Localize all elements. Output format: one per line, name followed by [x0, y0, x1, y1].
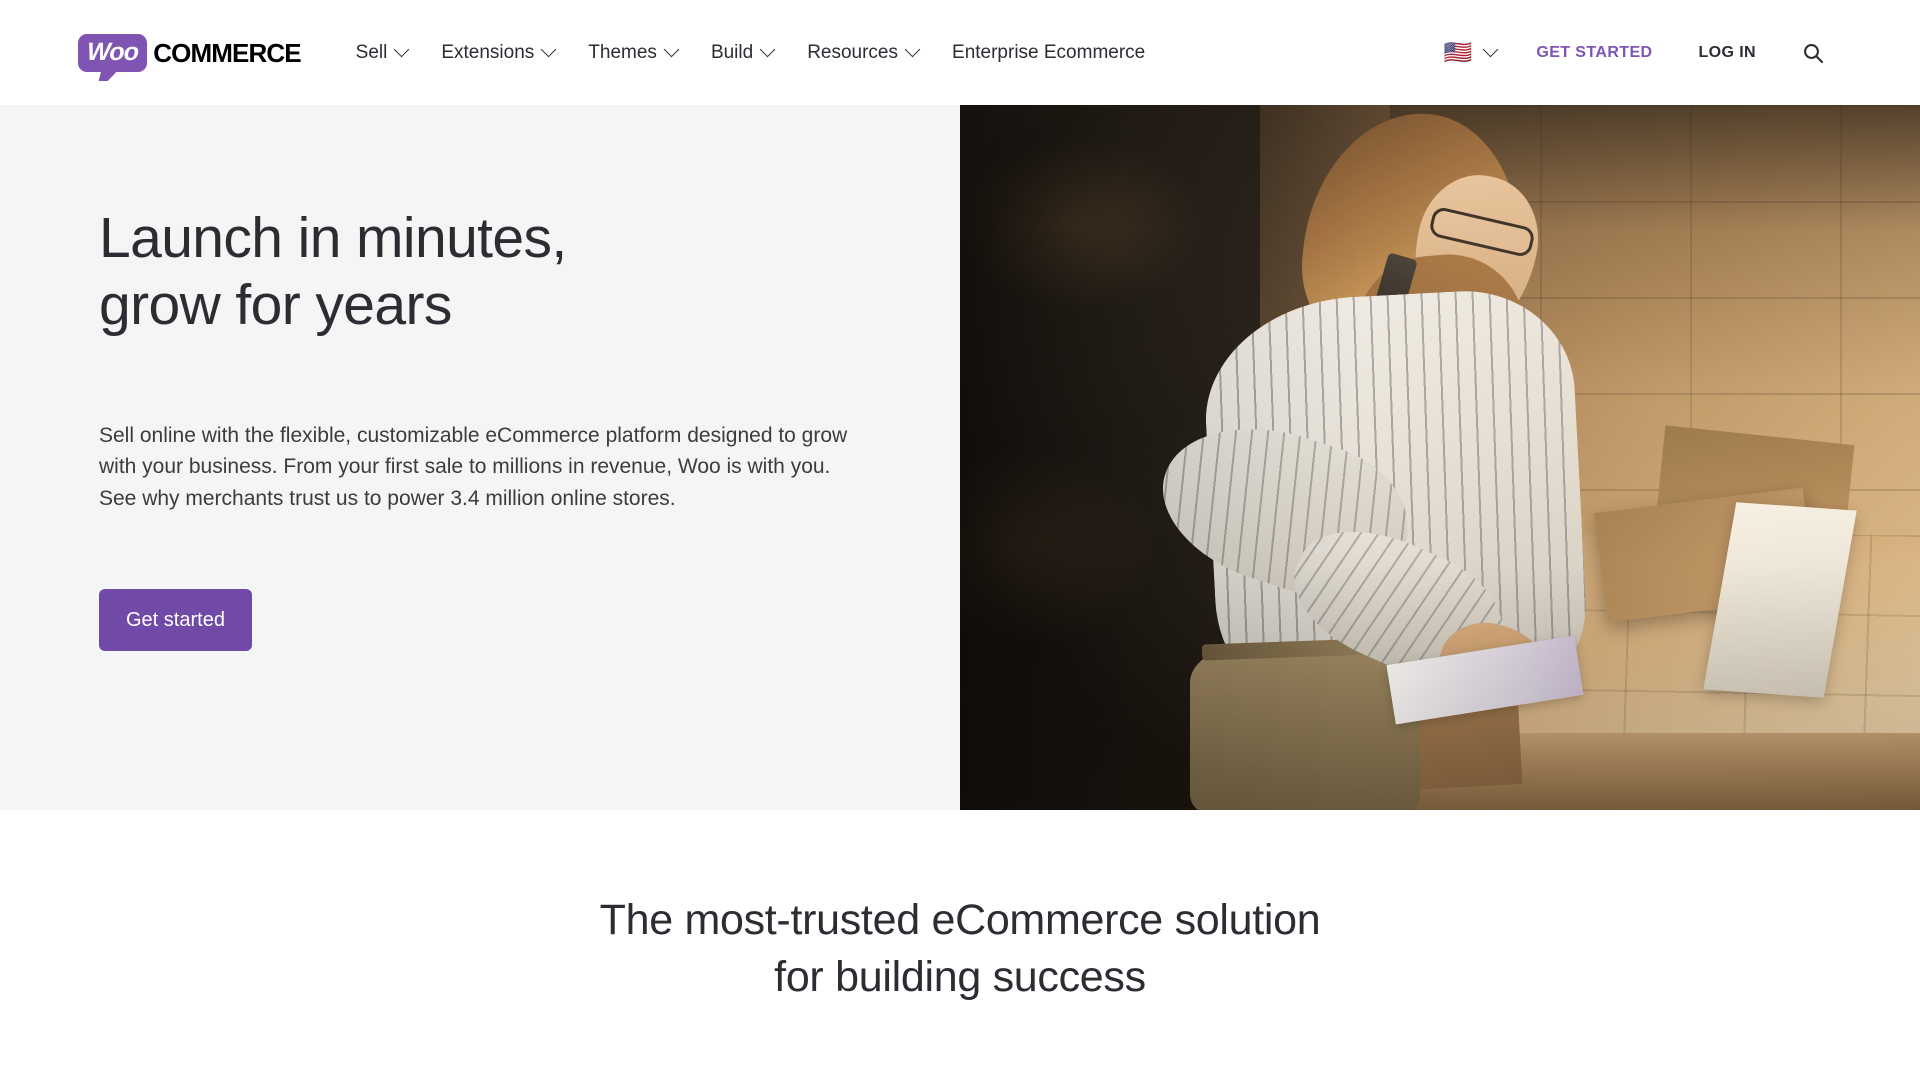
- woo-logo-mark-text: Woo: [86, 38, 139, 66]
- nav-item-sell[interactable]: Sell: [339, 0, 425, 105]
- nav-item-themes[interactable]: Themes: [571, 0, 694, 105]
- nav-item-label: Themes: [588, 42, 657, 63]
- chevron-down-icon: [1483, 41, 1499, 58]
- search-icon: [1804, 43, 1824, 63]
- chevron-down-icon: [904, 41, 921, 58]
- site-header: Woo COMMERCE Sell Extensions Themes Buil…: [0, 0, 1920, 105]
- chevron-down-icon: [759, 41, 776, 58]
- nav-item-enterprise-ecommerce[interactable]: Enterprise Ecommerce: [935, 0, 1162, 105]
- woo-logo-mark: Woo: [78, 33, 148, 72]
- nav-item-resources[interactable]: Resources: [790, 0, 935, 105]
- woocommerce-logo[interactable]: Woo COMMERCE: [78, 33, 302, 73]
- hero-image: [960, 105, 1920, 810]
- hero-copy: Launch in minutes, grow for years Sell o…: [99, 205, 899, 652]
- chevron-down-icon: [541, 41, 557, 58]
- header-actions: 🇺🇸 GET STARTED LOG IN: [1428, 41, 1842, 64]
- locale-selector[interactable]: 🇺🇸: [1428, 41, 1513, 64]
- nav-item-label: Enterprise Ecommerce: [952, 42, 1146, 63]
- nav-item-extensions[interactable]: Extensions: [424, 0, 571, 105]
- primary-navigation: Sell Extensions Themes Build Resources E…: [331, 0, 1428, 105]
- search-button[interactable]: [1778, 42, 1842, 64]
- trust-section: The most-trusted eCommerce solution for …: [0, 810, 1920, 1072]
- us-flag-icon: 🇺🇸: [1443, 39, 1473, 65]
- chevron-down-icon: [394, 41, 410, 58]
- nav-item-label: Build: [710, 42, 754, 63]
- nav-item-label: Resources: [807, 42, 899, 63]
- chevron-down-icon: [663, 41, 680, 58]
- nav-item-build[interactable]: Build: [694, 0, 790, 105]
- log-in-button[interactable]: LOG IN: [1676, 44, 1778, 62]
- hero-get-started-button[interactable]: Get started: [99, 589, 252, 652]
- nav-item-label: Sell: [355, 42, 388, 63]
- hero-description: Sell online with the flexible, customiza…: [99, 423, 848, 511]
- person-trousers: [1190, 645, 1420, 810]
- trust-section-title: The most-trusted eCommerce solution for …: [599, 896, 1321, 1002]
- get-started-button[interactable]: GET STARTED: [1512, 44, 1676, 62]
- hero-section: Launch in minutes, grow for years Sell o…: [0, 105, 1920, 810]
- nav-item-label: Extensions: [441, 42, 535, 63]
- woo-logo-word: COMMERCE: [153, 37, 301, 68]
- hero-title: Launch in minutes, grow for years: [99, 206, 567, 338]
